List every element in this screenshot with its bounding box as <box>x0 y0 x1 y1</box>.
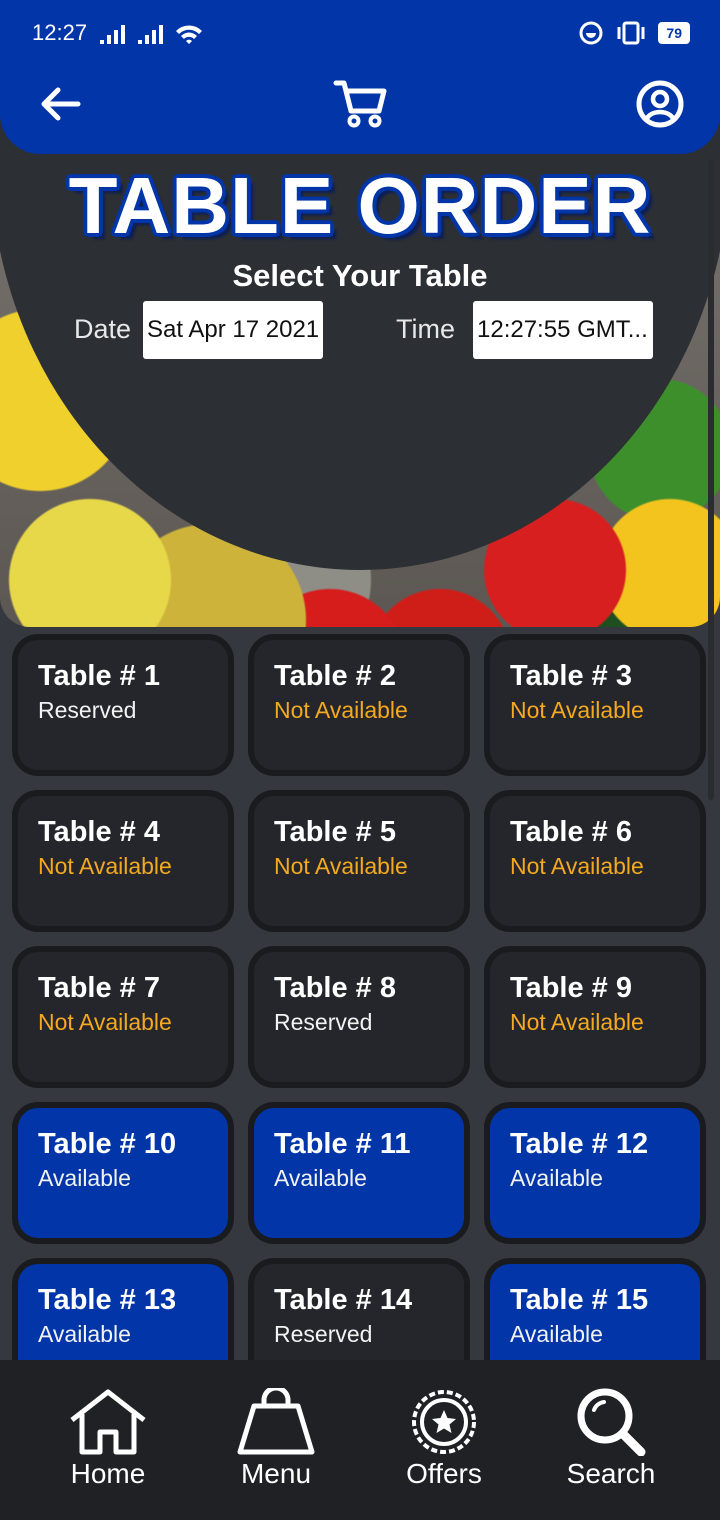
table-name: Table # 14 <box>274 1284 413 1316</box>
table-status: Available <box>510 1321 603 1347</box>
table-status: Not Available <box>274 853 408 879</box>
table-card[interactable]: Table # 3 Not Available <box>484 634 706 776</box>
table-name: Table # 15 <box>510 1284 649 1316</box>
time-field[interactable]: 12:27:55 GMT... <box>473 301 653 359</box>
table-card[interactable]: Table # 10 Available <box>12 1102 234 1244</box>
status-time: 12:27 <box>32 20 88 45</box>
signal-icon <box>100 22 210 53</box>
back-button[interactable] <box>32 78 88 130</box>
table-card[interactable]: Table # 6 Not Available <box>484 790 706 932</box>
table-card[interactable]: Table # 14 Reserved <box>248 1258 470 1364</box>
dnd-icon <box>579 21 603 45</box>
table-status: Available <box>274 1165 367 1191</box>
table-status: Not Available <box>510 697 644 723</box>
cart-icon <box>333 80 387 128</box>
table-name: Table # 13 <box>38 1284 177 1316</box>
table-card[interactable]: Table # 5 Not Available <box>248 790 470 932</box>
vibrate-icon <box>617 21 645 45</box>
table-name: Table # 10 <box>38 1128 177 1160</box>
nav-offers[interactable]: Offers <box>369 1388 519 1490</box>
arrow-left-icon <box>41 87 81 121</box>
table-status: Available <box>38 1321 131 1347</box>
bag-icon <box>237 1388 315 1455</box>
nav-search[interactable]: Search <box>536 1388 686 1490</box>
app-bar: 12:27 79 <box>0 0 720 154</box>
table-card[interactable]: Table # 1 Reserved <box>12 634 234 776</box>
table-name: Table # 4 <box>38 816 160 848</box>
table-status: Not Available <box>38 853 172 879</box>
table-status: Not Available <box>510 1009 644 1035</box>
table-status: Not Available <box>274 697 408 723</box>
nav-home[interactable]: Home <box>33 1388 183 1490</box>
table-card[interactable]: Table # 11 Available <box>248 1102 470 1244</box>
date-label: Date <box>74 314 132 344</box>
nav-menu-label: Menu <box>240 1458 312 1489</box>
table-card[interactable]: Table # 9 Not Available <box>484 946 706 1088</box>
table-card[interactable]: Table # 15 Available <box>484 1258 706 1364</box>
screen: TABLE ORDER Select Your Table Date Sat A… <box>0 0 720 1520</box>
table-card[interactable]: Table # 7 Not Available <box>12 946 234 1088</box>
table-status: Reserved <box>274 1321 373 1347</box>
table-card[interactable]: Table # 8 Reserved <box>248 946 470 1088</box>
table-name: Table # 1 <box>38 660 160 692</box>
table-name: Table # 5 <box>274 816 396 848</box>
table-card[interactable]: Table # 4 Not Available <box>12 790 234 932</box>
nav-menu[interactable]: Menu <box>201 1388 351 1490</box>
table-name: Table # 8 <box>274 972 396 1004</box>
table-card[interactable]: Table # 13 Available <box>12 1258 234 1364</box>
table-status: Reserved <box>274 1009 373 1035</box>
table-status: Reserved <box>38 697 137 723</box>
page-title: TABLE ORDER <box>68 161 652 250</box>
table-status: Available <box>38 1165 131 1191</box>
tables-grid: Table # 1 Reserved Table # 2 Not Available T… <box>12 634 708 1364</box>
battery-indicator: 79 <box>658 22 690 44</box>
table-name: Table # 2 <box>274 660 396 692</box>
status-bar: 12:27 79 <box>0 0 720 70</box>
page-subtitle: Select Your Table <box>232 258 488 293</box>
nav-home-label: Home <box>70 1458 146 1489</box>
nav-search-label: Search <box>566 1458 656 1489</box>
table-status: Not Available <box>510 853 644 879</box>
table-card[interactable]: Table # 2 Not Available <box>248 634 470 776</box>
table-status: Not Available <box>38 1009 172 1035</box>
table-name: Table # 6 <box>510 816 632 848</box>
table-card[interactable]: Table # 12 Available <box>484 1102 706 1244</box>
profile-button[interactable] <box>632 78 688 130</box>
table-status: Available <box>510 1165 603 1191</box>
nav-offers-label: Offers <box>406 1458 482 1489</box>
date-field[interactable]: Sat Apr 17 2021 <box>143 301 323 359</box>
table-name: Table # 9 <box>510 972 632 1004</box>
home-icon <box>70 1389 146 1455</box>
time-label: Time <box>396 314 455 344</box>
table-name: Table # 7 <box>38 972 160 1004</box>
scrollbar[interactable] <box>708 160 714 800</box>
table-name: Table # 3 <box>510 660 632 692</box>
badge-star-icon <box>412 1390 476 1454</box>
table-name: Table # 12 <box>510 1128 649 1160</box>
user-circle-icon <box>636 80 684 128</box>
search-icon <box>577 1388 646 1456</box>
status-right: 79 <box>578 20 690 46</box>
bottom-nav: Home Menu Offers Search <box>0 1360 720 1520</box>
cart-button[interactable] <box>332 78 388 130</box>
table-name: Table # 11 <box>274 1128 411 1160</box>
